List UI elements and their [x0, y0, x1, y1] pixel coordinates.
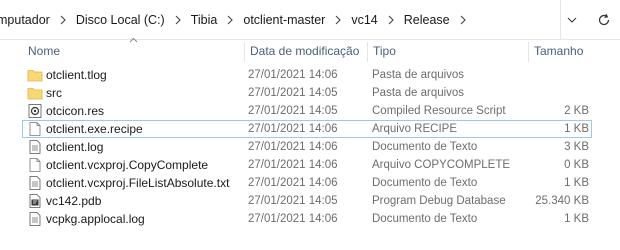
- breadcrumb-item-vc14[interactable]: vc14: [345, 13, 383, 27]
- column-header-type[interactable]: Tipo: [373, 40, 523, 62]
- pdb-file-icon: [29, 194, 41, 208]
- chevron-down-icon: [567, 17, 576, 23]
- file-size: 25.340 KB: [535, 195, 589, 207]
- file-date: 27/01/2021 14:06: [248, 141, 338, 153]
- file-date: 27/01/2021 14:05: [248, 87, 338, 99]
- file-size: 1 KB: [564, 177, 589, 189]
- file-row[interactable]: otclient.vcxproj.FileListAbsolute.txt 27…: [22, 174, 592, 192]
- file-type: Documento de Texto: [372, 213, 478, 225]
- file-row[interactable]: otclient.exe.recipe 27/01/2021 14:06 Arq…: [22, 120, 592, 138]
- file-size: 1 KB: [564, 213, 589, 225]
- file-size: 1 KB: [564, 123, 589, 135]
- breadcrumb: mputador Disco Local (C:) Tibia otclient…: [0, 0, 470, 40]
- file-row[interactable]: vcpkg.applocal.log 27/01/2021 14:06 Docu…: [22, 210, 592, 228]
- file-type: Program Debug Database: [372, 195, 506, 207]
- file-row[interactable]: vc142.pdb 27/01/2021 14:05 Program Debug…: [22, 192, 592, 210]
- file-size: 2 KB: [564, 105, 589, 117]
- folder-icon: [27, 70, 43, 82]
- breadcrumb-item-computer[interactable]: mputador: [0, 13, 56, 27]
- text-file-icon: [29, 140, 41, 154]
- file-name: src: [46, 86, 62, 100]
- breadcrumb-item-tibia[interactable]: Tibia: [185, 13, 224, 27]
- file-name: otclient.vcxproj.FileListAbsolute.txt: [46, 176, 230, 190]
- chevron-right-icon[interactable]: [456, 15, 470, 25]
- file-icon: [29, 122, 41, 136]
- file-date: 27/01/2021 14:06: [248, 123, 338, 135]
- breadcrumb-item-disk[interactable]: Disco Local (C:): [70, 13, 171, 27]
- file-icon: [29, 158, 41, 172]
- file-name: otclient.vcxproj.CopyComplete: [46, 158, 209, 172]
- column-divider[interactable]: [244, 42, 245, 62]
- file-type: Documento de Texto: [372, 141, 478, 153]
- column-divider[interactable]: [367, 42, 368, 62]
- file-size: 0 KB: [564, 159, 589, 171]
- file-date: 27/01/2021 14:06: [248, 159, 338, 171]
- file-type: Pasta de arquivos: [372, 69, 465, 81]
- file-name: otclient.tlog: [46, 68, 107, 82]
- text-file-icon: [29, 176, 41, 190]
- refresh-icon: [598, 13, 610, 26]
- file-type: Compiled Resource Script: [372, 105, 506, 117]
- file-date: 27/01/2021 14:06: [248, 213, 338, 225]
- address-history-button[interactable]: [560, 0, 582, 40]
- file-type: Arquivo RECIPE: [372, 123, 458, 135]
- file-size: 3 KB: [564, 141, 589, 153]
- chevron-right-icon[interactable]: [223, 15, 237, 25]
- file-date: 27/01/2021 14:05: [248, 105, 338, 117]
- file-row[interactable]: otclient.tlog 27/01/2021 14:06 Pasta de …: [22, 66, 592, 84]
- file-date: 27/01/2021 14:05: [248, 195, 338, 207]
- chevron-right-icon[interactable]: [384, 15, 398, 25]
- file-type: Pasta de arquivos: [372, 87, 465, 99]
- address-bar[interactable]: mputador Disco Local (C:) Tibia otclient…: [0, 0, 620, 40]
- column-header-name[interactable]: Nome: [28, 40, 240, 62]
- file-name: otcicon.res: [46, 104, 105, 118]
- chevron-right-icon[interactable]: [331, 15, 345, 25]
- file-name: otclient.log: [46, 140, 104, 154]
- file-row[interactable]: otcicon.res 27/01/2021 14:05 Compiled Re…: [22, 102, 592, 120]
- file-type: Arquivo COPYCOMPLETE: [372, 159, 511, 171]
- refresh-button[interactable]: [588, 0, 620, 40]
- file-type: Documento de Texto: [372, 177, 478, 189]
- chevron-right-icon[interactable]: [171, 15, 185, 25]
- column-header-size[interactable]: Tamanho: [534, 40, 594, 62]
- file-row[interactable]: otclient.log 27/01/2021 14:06 Documento …: [22, 138, 592, 156]
- breadcrumb-item-otclient-master[interactable]: otclient-master: [237, 13, 331, 27]
- chevron-right-icon[interactable]: [56, 15, 70, 25]
- file-name: vcpkg.applocal.log: [46, 212, 145, 226]
- file-name: otclient.exe.recipe: [46, 122, 143, 136]
- file-row[interactable]: otclient.vcxproj.CopyComplete 27/01/2021…: [22, 156, 592, 174]
- file-row[interactable]: src 27/01/2021 14:05 Pasta de arquivos: [22, 84, 592, 102]
- file-name: vc142.pdb: [46, 194, 102, 208]
- file-date: 27/01/2021 14:06: [248, 177, 338, 189]
- column-header-date[interactable]: Data de modificação: [250, 40, 366, 62]
- folder-icon: [27, 88, 43, 100]
- file-date: 27/01/2021 14:06: [248, 69, 338, 81]
- breadcrumb-item-release[interactable]: Release: [398, 13, 456, 27]
- column-divider[interactable]: [528, 42, 529, 62]
- resource-file-icon: [28, 104, 42, 118]
- text-file-icon: [29, 212, 41, 226]
